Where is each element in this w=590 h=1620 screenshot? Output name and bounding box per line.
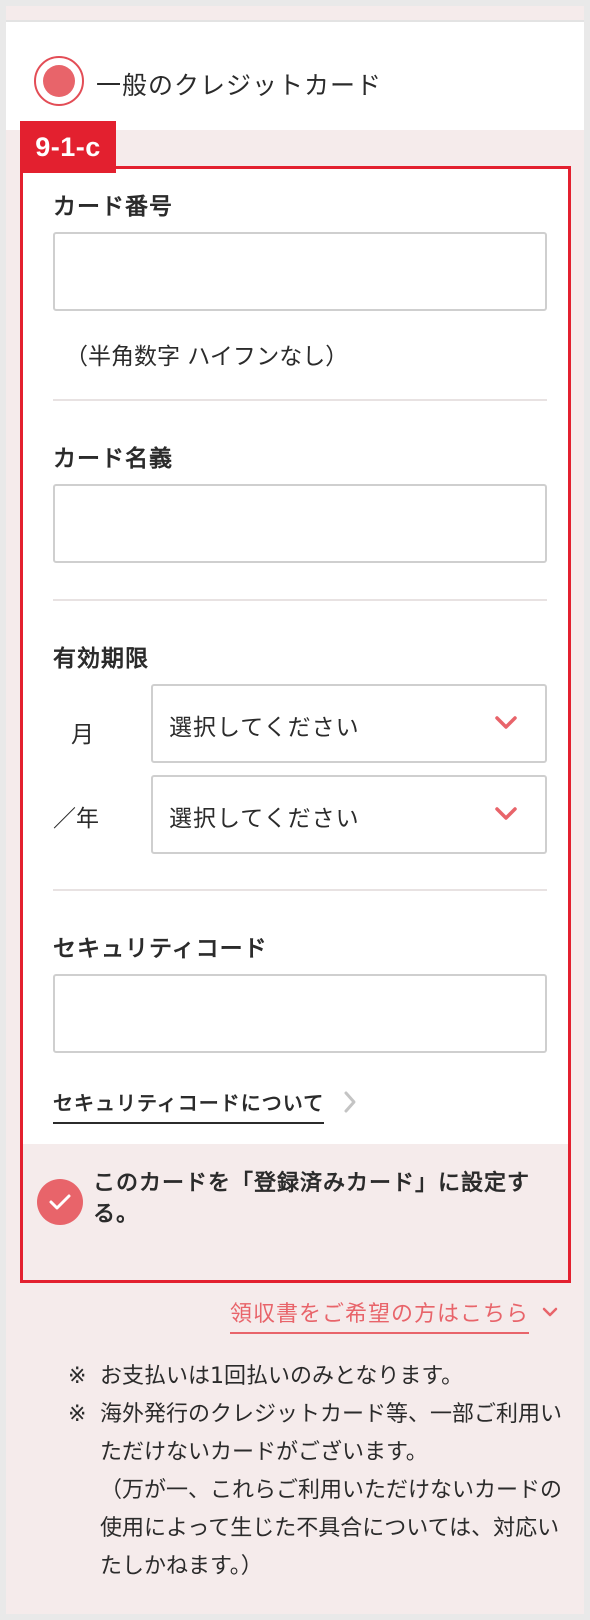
divider — [53, 399, 547, 401]
chevron-down-icon — [542, 1307, 558, 1317]
receipt-link[interactable]: 領収書をご希望の方はこちら — [230, 1296, 530, 1334]
card-name-input[interactable] — [53, 484, 547, 563]
receipt-toggle[interactable]: 領収書をご希望の方はこちら — [230, 1296, 558, 1336]
expiry-year-select[interactable]: 選択してください — [151, 775, 547, 854]
register-card-text: このカードを「登録済みカード」に設定する。 — [93, 1171, 531, 1227]
payment-notes: ※ お支払いは1回払いのみとなります。 ※ 海外発行のクレジットカード等、一部ご… — [68, 1358, 568, 1586]
register-card-checkbox[interactable] — [37, 1179, 83, 1225]
expiry-year-value: 選択してください — [169, 806, 360, 832]
section-tag: 9-1-c — [20, 121, 116, 173]
divider — [53, 889, 547, 891]
expiry-month-value: 選択してください — [169, 715, 360, 741]
card-number-hint: （半角数字 ハイフンなし） — [65, 344, 349, 370]
note-item: ※ 海外発行のクレジットカード等、一部ご利用いただけないカードがございます。 — [68, 1396, 568, 1472]
expiry-month-select[interactable]: 選択してください — [151, 684, 547, 763]
security-code-label: セキュリティコード — [53, 936, 268, 962]
expiry-label: 有効期限 — [53, 646, 149, 672]
chevron-down-icon — [495, 716, 517, 729]
payment-option-row[interactable]: 一般のクレジットカード — [6, 20, 584, 130]
note-subtext: （万が一、これらご利用いただけないカードの使用によって生じた不具合については、対… — [100, 1478, 563, 1579]
card-number-label: カード番号 — [53, 194, 173, 220]
card-form: カード番号 （半角数字 ハイフンなし） カード名義 有効期限 月 選択してくださ… — [20, 166, 571, 1283]
credit-card-radio[interactable] — [34, 56, 84, 106]
payment-panel: 一般のクレジットカード カード番号 （半角数字 ハイフンなし） カード名義 有効… — [6, 6, 584, 1614]
register-card-row[interactable]: このカードを「登録済みカード」に設定する。 — [23, 1144, 568, 1280]
note-item: ※ お支払いは1回払いのみとなります。 — [68, 1358, 568, 1396]
credit-card-radio-label: 一般のクレジットカード — [96, 71, 383, 100]
chevron-down-icon — [495, 807, 517, 820]
expiry-year-label: ／年 — [53, 806, 99, 832]
card-name-label: カード名義 — [53, 446, 173, 472]
note-text: 海外発行のクレジットカード等、一部ご利用いただけないカードがございます。 — [100, 1402, 563, 1465]
expiry-month-label: 月 — [71, 722, 94, 748]
note-text: お支払いは1回払いのみとなります。 — [100, 1364, 464, 1389]
card-number-input[interactable] — [53, 232, 547, 311]
security-code-help-link[interactable]: セキュリティコードについて — [53, 1087, 325, 1124]
security-code-input[interactable] — [53, 974, 547, 1053]
note-mark: ※ — [68, 1364, 87, 1389]
note-mark: ※ — [68, 1402, 87, 1427]
divider — [53, 599, 547, 601]
radio-selected-dot — [43, 65, 75, 97]
check-icon — [49, 1194, 71, 1210]
security-code-help[interactable]: セキュリティコードについて — [53, 1087, 356, 1127]
chevron-right-icon — [344, 1091, 356, 1113]
